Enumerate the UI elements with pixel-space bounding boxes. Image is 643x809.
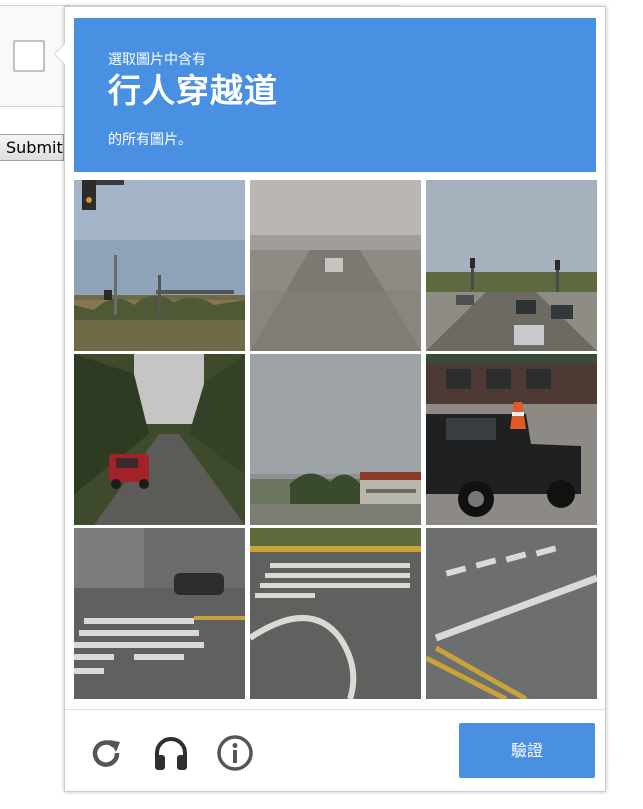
recaptcha-checkbox[interactable]: [13, 40, 45, 72]
image-tile-5[interactable]: [250, 354, 421, 525]
prompt-suffix: 的所有圖片。: [108, 132, 192, 148]
image-tile-9[interactable]: [426, 528, 597, 699]
headphones-icon[interactable]: [152, 734, 190, 772]
tile-image-6: [426, 354, 597, 525]
challenge-prompt: 選取圖片中含有 行人穿越道 的所有圖片。: [74, 18, 596, 172]
image-tile-4[interactable]: [74, 354, 245, 525]
popup-arrow-fill: [55, 44, 65, 64]
tile-image-8: [250, 528, 421, 699]
tile-image-9: [426, 528, 597, 699]
prompt-instruction: 選取圖片中含有: [108, 52, 206, 68]
tile-image-1: [74, 180, 245, 351]
tile-image-2: [250, 180, 421, 351]
footer-divider: [65, 709, 605, 710]
image-tile-1[interactable]: [74, 180, 245, 351]
submit-button[interactable]: Submit: [0, 134, 64, 161]
info-icon[interactable]: [216, 734, 254, 772]
image-tile-6[interactable]: [426, 354, 597, 525]
image-tile-2[interactable]: [250, 180, 421, 351]
captcha-challenge: 選取圖片中含有 行人穿越道 的所有圖片。 驗證: [54, 6, 606, 792]
image-tile-3[interactable]: [426, 180, 597, 351]
tile-image-5: [250, 354, 421, 525]
image-tile-8[interactable]: [250, 528, 421, 699]
image-tile-7[interactable]: [74, 528, 245, 699]
tile-image-4: [74, 354, 245, 525]
image-grid: [74, 180, 598, 699]
verify-button[interactable]: 驗證: [459, 723, 595, 778]
reload-icon[interactable]: [87, 734, 125, 772]
tile-image-3: [426, 180, 597, 351]
tile-image-7: [74, 528, 245, 699]
prompt-keyword: 行人穿越道: [108, 71, 278, 110]
